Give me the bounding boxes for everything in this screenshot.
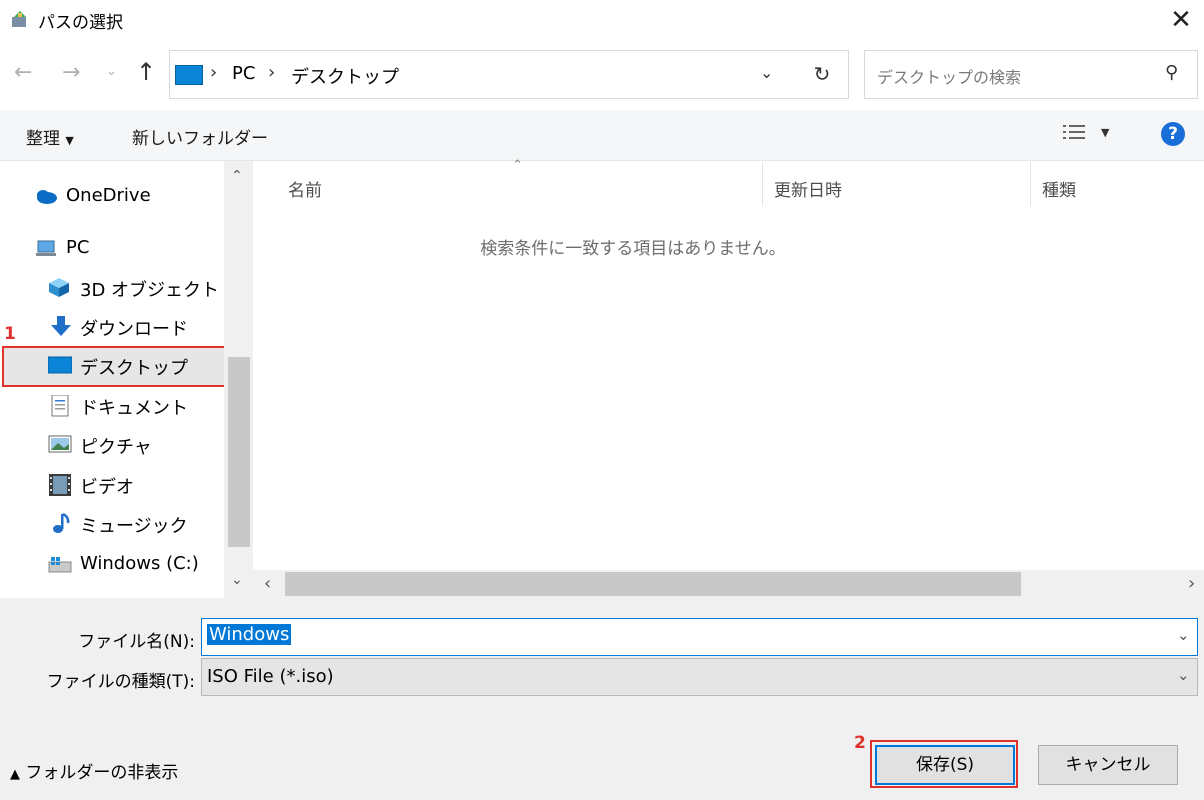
column-header-name[interactable]: 名前 [288,176,322,201]
nav-item-music[interactable]: ミュージック [0,504,224,543]
nav-item-pictures[interactable]: ピクチャ [0,425,224,464]
recent-dropdown-icon[interactable]: ⌄ [106,64,117,79]
organize-label: 整理 [26,129,60,149]
annotation-step-1: 1 [4,324,16,344]
scroll-up-icon[interactable]: ⌃ [231,168,243,184]
desktop-icon [175,65,203,85]
breadcrumb-desktop[interactable]: デスクトップ [291,63,399,89]
horizontal-scroll-thumb[interactable] [285,572,1021,596]
nav-item-3d-objects[interactable]: 3D オブジェクト [0,268,224,307]
nav-label: ミュージック [80,516,188,537]
chevron-down-icon[interactable]: ⌄ [1177,666,1190,684]
view-options-icon[interactable] [1063,123,1087,143]
scroll-right-icon[interactable]: › [1188,573,1195,594]
nav-label: ビデオ [80,477,134,498]
column-header-type[interactable]: 種類 [1042,176,1076,201]
music-note-icon [50,512,72,533]
back-icon[interactable]: ← [14,60,32,85]
filename-value: Windows [207,624,292,645]
column-divider [1030,162,1031,206]
filename-label: ファイル名(N): [78,632,195,652]
file-list [253,161,1204,598]
desktop-icon [47,355,73,375]
column-divider [762,162,763,206]
search-icon[interactable]: ⚲ [1165,62,1178,83]
filetype-select[interactable]: ISO File (*.iso) ⌄ [201,658,1198,696]
nav-label: ドキュメント [80,398,188,419]
help-icon[interactable]: ? [1161,122,1185,146]
nav-item-windows-c[interactable]: Windows (C:) [0,545,224,584]
address-bar[interactable]: › PC › デスクトップ ⌄ [169,50,797,99]
film-icon [48,474,71,496]
document-icon [50,394,72,417]
view-dropdown-icon[interactable]: ▼ [1101,126,1109,139]
scroll-down-icon[interactable]: ⌄ [231,572,243,588]
search-placeholder: デスクトップの検索 [877,68,1022,87]
filename-input[interactable]: Windows ⌄ [201,618,1198,656]
computer-icon [34,238,56,258]
refresh-button[interactable]: ↻ [796,50,849,99]
caret-up-icon: ▲ [10,767,20,782]
nav-label: PC [66,237,90,258]
drive-icon [48,554,72,574]
up-icon[interactable]: ↑ [136,58,156,86]
cancel-button[interactable]: キャンセル [1038,745,1178,785]
forward-icon[interactable]: → [62,60,80,85]
new-folder-button[interactable]: 新しいフォルダー [132,124,268,149]
nav-item-documents[interactable]: ドキュメント [0,386,224,425]
app-icon [10,9,30,29]
breadcrumb-pc[interactable]: PC [232,63,255,84]
empty-message: 検索条件に一致する項目はありません。 [480,239,786,259]
filetype-label: ファイルの種類(T): [46,672,195,692]
column-header-modified[interactable]: 更新日時 [774,176,842,201]
nav-item-videos[interactable]: ビデオ [0,465,224,504]
nav-label: 3D オブジェクト [80,280,220,301]
title-bar [0,0,1204,40]
hide-folders-label: フォルダーの非表示 [25,763,179,783]
nav-label: デスクトップ [80,358,188,379]
nav-label: Windows (C:) [80,553,199,574]
scroll-left-icon[interactable]: ‹ [264,573,271,594]
save-button[interactable]: 保存(S) [875,745,1015,785]
chevron-right-icon: › [268,62,276,83]
nav-label: OneDrive [66,185,151,206]
search-box[interactable]: デスクトップの検索 ⚲ [864,50,1198,99]
caret-down-icon: ▼ [65,134,74,147]
sort-ascending-icon: ⌃ [512,158,523,173]
filetype-value: ISO File (*.iso) [207,666,334,687]
address-dropdown-icon[interactable]: ⌄ [760,63,773,82]
organize-button[interactable]: 整理 ▼ [26,124,74,149]
nav-item-desktop[interactable]: デスクトップ [0,346,224,385]
chevron-right-icon: › [210,62,218,83]
cube-icon [48,277,70,297]
window-title: パスの選択 [38,13,123,33]
nav-scroll-thumb[interactable] [228,357,250,547]
hide-folders-toggle[interactable]: ▲ フォルダーの非表示 [10,758,178,783]
annotation-step-2: 2 [854,733,866,753]
close-button[interactable]: ✕ [1166,6,1196,34]
nav-label: ダウンロード [80,319,188,340]
nav-item-downloads[interactable]: ダウンロード [0,307,224,346]
nav-item-pc[interactable]: PC [0,229,224,268]
download-arrow-icon [50,316,72,336]
chevron-down-icon[interactable]: ⌄ [1177,626,1190,644]
nav-item-onedrive[interactable]: OneDrive [0,177,224,216]
cloud-icon [34,186,57,206]
nav-label: ピクチャ [80,437,152,458]
picture-icon [48,434,72,454]
